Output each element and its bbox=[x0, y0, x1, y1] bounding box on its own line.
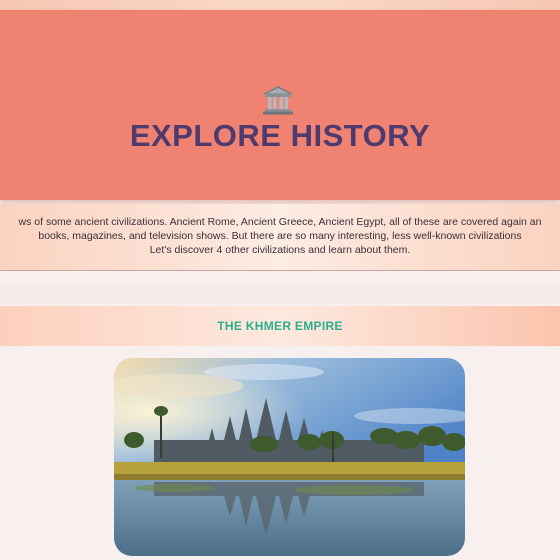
intro-line: Let's discover 4 other civilizations and… bbox=[149, 244, 411, 256]
section-divider bbox=[0, 284, 560, 304]
museum-icon bbox=[262, 85, 294, 115]
intro-line: books, magazines, and television shows. … bbox=[38, 230, 522, 242]
section-title: THE KHMER EMPIRE bbox=[217, 319, 343, 333]
page-title: EXPLORE HISTORY bbox=[129, 118, 431, 153]
hero-banner: EXPLORE HISTORY bbox=[0, 10, 560, 200]
angkor-wat-photo bbox=[114, 358, 465, 556]
top-strip bbox=[0, 0, 560, 10]
intro-line: ws of some ancient civilizations. Ancien… bbox=[18, 216, 542, 228]
section-header: THE KHMER EMPIRE bbox=[0, 306, 560, 346]
intro-paragraph: ws of some ancient civilizations. Ancien… bbox=[0, 204, 560, 271]
